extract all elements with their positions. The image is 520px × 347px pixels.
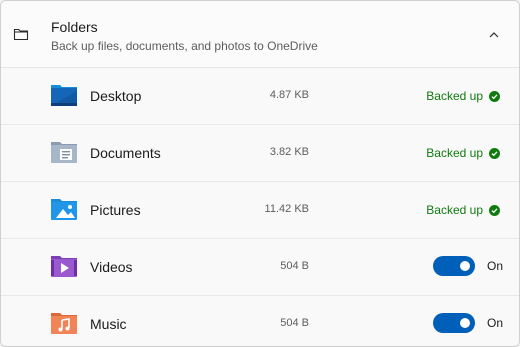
music-folder-icon — [50, 311, 78, 335]
folder-row-documents: Documents 3.82 KB Backed up — [1, 125, 519, 182]
backup-status: Backed up — [426, 89, 500, 103]
chevron-up-icon[interactable] — [487, 28, 501, 46]
status-text: Backed up — [426, 203, 483, 217]
toggle-knob — [459, 261, 470, 271]
folder-row-videos: Videos 504 B On — [1, 239, 519, 296]
folder-row-music: Music 504 B On — [1, 296, 519, 346]
status-text: Backed up — [426, 89, 483, 103]
status-text: Backed up — [426, 146, 483, 160]
pictures-folder-icon — [50, 197, 78, 221]
documents-folder-icon — [50, 140, 78, 164]
backup-status: Backed up — [426, 203, 500, 217]
toggle-knob — [459, 318, 470, 328]
folders-panel: Folders Back up files, documents, and ph… — [0, 0, 520, 347]
backup-toggle[interactable] — [432, 256, 475, 276]
checkmark-icon — [489, 90, 500, 102]
backup-status: Backed up — [426, 146, 500, 160]
backup-toggle[interactable] — [432, 313, 475, 333]
folder-size: 3.82 KB — [269, 146, 309, 158]
folder-name: Documents — [90, 145, 161, 161]
folder-name: Pictures — [90, 202, 141, 218]
folder-row-desktop: Desktop 4.87 KB Backed up — [1, 68, 519, 125]
folder-size: 504 B — [280, 317, 309, 329]
folder-size: 11.42 KB — [264, 203, 309, 215]
backup-toggle-group: On — [432, 313, 503, 333]
toggle-state-label: On — [486, 259, 503, 273]
folders-header[interactable]: Folders Back up files, documents, and ph… — [1, 1, 519, 68]
section-subtitle: Back up files, documents, and photos to … — [51, 39, 318, 53]
folder-name: Music — [90, 316, 127, 332]
folder-size: 504 B — [280, 260, 309, 272]
toggle-state-label: On — [486, 316, 503, 330]
folder-name: Videos — [90, 259, 133, 275]
desktop-folder-icon — [50, 83, 78, 107]
folder-size: 4.87 KB — [269, 89, 309, 101]
checkmark-icon — [489, 147, 500, 159]
folder-icon — [13, 27, 29, 46]
checkmark-icon — [489, 204, 500, 216]
section-title: Folders — [51, 19, 98, 35]
folder-row-pictures: Pictures 11.42 KB Backed up — [1, 182, 519, 239]
videos-folder-icon — [50, 254, 78, 278]
folder-name: Desktop — [90, 88, 142, 104]
backup-toggle-group: On — [432, 256, 503, 276]
